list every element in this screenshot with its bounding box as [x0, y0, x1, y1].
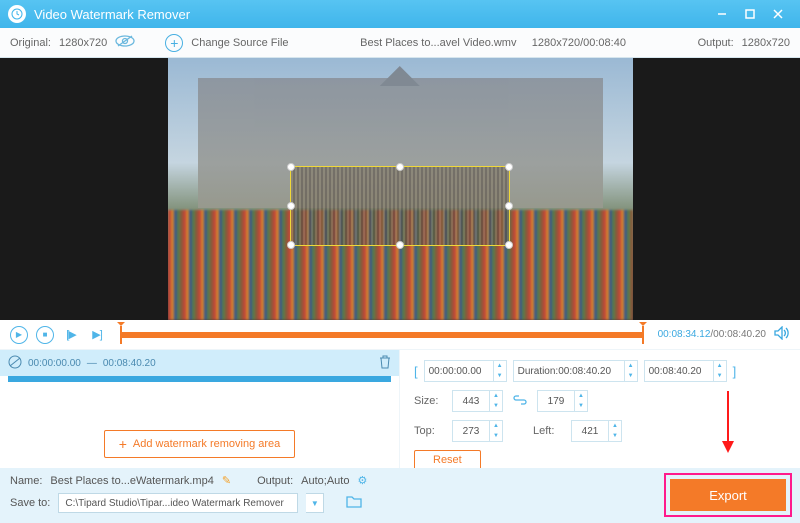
resize-handle[interactable]	[396, 241, 404, 249]
bracket-left-icon[interactable]: [	[414, 364, 418, 379]
bracket-right-icon[interactable]: ]	[733, 364, 737, 379]
app-logo	[8, 5, 26, 23]
current-filename: Best Places to...avel Video.wmv	[360, 37, 516, 49]
export-button[interactable]: Export	[670, 479, 786, 511]
save-path-input[interactable]: C:\Tipard Studio\Tipar...ideo Watermark …	[58, 493, 298, 513]
toolbar: Original: 1280x720 + Change Source File …	[0, 28, 800, 58]
resize-handle[interactable]	[287, 163, 295, 171]
left-label: Left:	[533, 425, 565, 437]
resize-handle[interactable]	[505, 202, 513, 210]
range-duration-input[interactable]: ▲▼	[513, 360, 638, 382]
resize-handle[interactable]	[396, 163, 404, 171]
save-path-dropdown[interactable]: ▼	[306, 493, 324, 513]
height-input[interactable]: ▲▼	[537, 390, 588, 412]
output-format: Auto;Auto	[301, 475, 349, 487]
segment-row[interactable]: 00:00:00.00 — 00:08:40.20	[0, 350, 399, 376]
mark-in-button[interactable]: [▶	[62, 326, 80, 344]
titlebar: Video Watermark Remover	[0, 0, 800, 28]
preview-toggle-icon[interactable]	[115, 34, 135, 51]
output-settings-icon[interactable]: ⚙	[357, 474, 367, 487]
output-resolution: 1280x720	[742, 37, 790, 49]
segment-start: 00:00:00.00	[28, 358, 81, 369]
top-label: Top:	[414, 425, 446, 437]
stop-button[interactable]: ■	[36, 326, 54, 344]
output-name: Best Places to...eWatermark.mp4	[50, 475, 213, 487]
delete-segment-icon[interactable]	[379, 355, 391, 372]
close-button[interactable]	[764, 0, 792, 28]
mark-out-button[interactable]: ▶]	[88, 326, 106, 344]
segment-bar[interactable]	[8, 376, 391, 382]
size-label: Size:	[414, 395, 446, 407]
file-metadata: 1280x720/00:08:40	[532, 37, 626, 49]
width-input[interactable]: ▲▼	[452, 390, 503, 412]
output-label: Output:	[698, 37, 734, 49]
play-button[interactable]: ▶	[10, 326, 28, 344]
segment-end: 00:08:40.20	[103, 358, 156, 369]
bottom-bar: Name: Best Places to...eWatermark.mp4 ✎ …	[0, 468, 800, 523]
save-to-label: Save to:	[10, 497, 50, 509]
segments-pane: 00:00:00.00 — 00:08:40.20 +Add watermark…	[0, 350, 400, 468]
top-input[interactable]: ▲▼	[452, 420, 503, 442]
left-input[interactable]: ▲▼	[571, 420, 622, 442]
resize-handle[interactable]	[505, 241, 513, 249]
range-end-input[interactable]: ▲▼	[644, 360, 727, 382]
original-resolution: 1280x720	[59, 37, 107, 49]
name-label: Name:	[10, 475, 42, 487]
edit-name-icon[interactable]: ✎	[222, 474, 231, 487]
playback-controls: ▶ ■ [▶ ▶] 00:08:34.12/00:08:40.20	[0, 320, 800, 350]
reset-button[interactable]: Reset	[414, 450, 481, 470]
output-format-label: Output:	[257, 475, 293, 487]
range-start-input[interactable]: ▲▼	[424, 360, 507, 382]
resize-handle[interactable]	[287, 202, 295, 210]
resize-handle[interactable]	[505, 163, 513, 171]
video-preview[interactable]	[0, 58, 800, 320]
time-display: 00:08:34.12/00:08:40.20	[658, 329, 766, 340]
volume-icon[interactable]	[774, 326, 790, 343]
link-aspect-icon[interactable]	[513, 393, 527, 410]
add-source-icon[interactable]: +	[165, 34, 183, 52]
minimize-button[interactable]	[708, 0, 736, 28]
original-label: Original:	[10, 37, 51, 49]
app-title: Video Watermark Remover	[34, 7, 708, 22]
resize-handle[interactable]	[287, 241, 295, 249]
open-folder-icon[interactable]	[346, 495, 362, 511]
watermark-selection-box[interactable]	[290, 166, 510, 246]
timeline-scrubber[interactable]	[120, 332, 644, 338]
maximize-button[interactable]	[736, 0, 764, 28]
change-source-button[interactable]: Change Source File	[191, 37, 288, 49]
segment-icon	[8, 355, 22, 372]
properties-pane: [ ▲▼ ▲▼ ▲▼ ] Size: ▲▼ ▲▼ Top: ▲▼ Left: ▲…	[400, 350, 800, 468]
add-watermark-area-button[interactable]: +Add watermark removing area	[104, 430, 296, 458]
